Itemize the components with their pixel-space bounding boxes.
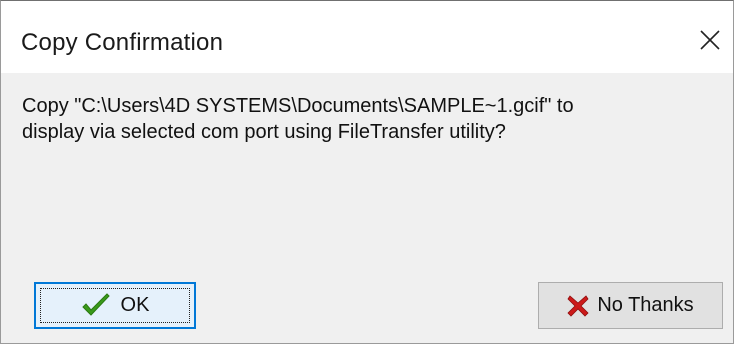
ok-label: OK [120, 294, 150, 316]
no-thanks-button[interactable]: No Thanks [538, 282, 723, 329]
close-icon [700, 30, 720, 50]
window-title: Copy Confirmation [21, 29, 224, 56]
ok-button[interactable]: OK [34, 282, 196, 329]
close-button[interactable] [693, 23, 727, 57]
copy-confirmation-dialog: Copy Confirmation Copy "C:\Users\4D SYST… [0, 0, 734, 344]
check-icon [81, 292, 111, 319]
confirmation-message: Copy "C:\Users\4D SYSTEMS\Documents\SAMP… [22, 93, 712, 145]
focus-ring [40, 288, 190, 323]
title-bar[interactable]: Copy Confirmation [1, 1, 733, 73]
message-line-2: display via selected com port using File… [22, 121, 506, 143]
x-icon [567, 294, 589, 317]
message-line-1: Copy "C:\Users\4D SYSTEMS\Documents\SAMP… [22, 95, 574, 117]
no-thanks-label: No Thanks [597, 294, 694, 316]
